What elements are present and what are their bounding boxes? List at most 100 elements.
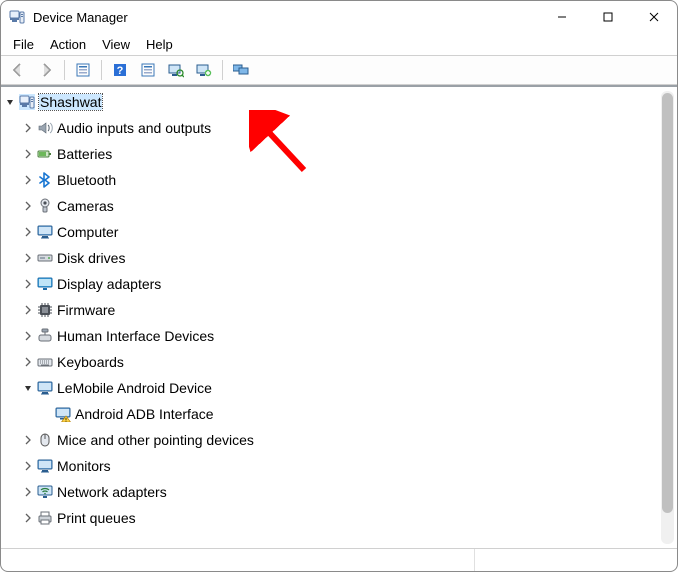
- chevron-right-icon[interactable]: [21, 277, 35, 291]
- toolbar-separator: [101, 60, 102, 80]
- properties-icon: [140, 62, 156, 78]
- tree-item-label: Bluetooth: [57, 172, 116, 188]
- tree-item[interactable]: Display adapters: [3, 271, 661, 297]
- scan-icon: [168, 62, 184, 78]
- maximize-button[interactable]: [585, 1, 631, 33]
- tree-item[interactable]: Cameras: [3, 193, 661, 219]
- chevron-right-icon[interactable]: [21, 303, 35, 317]
- monitor-icon: [37, 458, 53, 474]
- disk-icon: [37, 250, 53, 266]
- show-hide-console-button[interactable]: [70, 58, 96, 82]
- caption-buttons: [539, 1, 677, 33]
- tree-item[interactable]: LeMobile Android Device: [3, 375, 661, 401]
- tree-item-label: Network adapters: [57, 484, 167, 500]
- client-area: Shashwat Audio inputs and outputs Batterie…: [1, 85, 677, 571]
- menu-action[interactable]: Action: [42, 36, 94, 53]
- chevron-right-icon[interactable]: [21, 355, 35, 369]
- chevron-right-icon[interactable]: [21, 251, 35, 265]
- tree-item-label: Cameras: [57, 198, 114, 214]
- tree-item[interactable]: Audio inputs and outputs: [3, 115, 661, 141]
- minimize-button[interactable]: [539, 1, 585, 33]
- menu-view[interactable]: View: [94, 36, 138, 53]
- tree-item-label: Human Interface Devices: [57, 328, 214, 344]
- tree-item[interactable]: Bluetooth: [3, 167, 661, 193]
- tree-item-label: Shashwat: [39, 94, 102, 110]
- chevron-right-icon[interactable]: [21, 121, 35, 135]
- device-manager-window: Device Manager File Action View Help: [0, 0, 678, 572]
- tree-item[interactable]: Print queues: [3, 505, 661, 531]
- tree-item[interactable]: Shashwat: [3, 89, 661, 115]
- network-icon: [37, 484, 53, 500]
- menu-file[interactable]: File: [5, 36, 42, 53]
- chevron-right-icon[interactable]: [21, 511, 35, 525]
- close-button[interactable]: [631, 1, 677, 33]
- titlebar[interactable]: Device Manager: [1, 1, 677, 33]
- help-icon: [112, 62, 128, 78]
- add-legacy-hardware-button[interactable]: [191, 58, 217, 82]
- tree-item[interactable]: Mice and other pointing devices: [3, 427, 661, 453]
- tree-item-label: Print queues: [57, 510, 136, 526]
- properties-button[interactable]: [135, 58, 161, 82]
- scan-hardware-button[interactable]: [163, 58, 189, 82]
- tree-item-label: LeMobile Android Device: [57, 380, 212, 396]
- properties-icon: [75, 62, 91, 78]
- chevron-right-icon[interactable]: [21, 459, 35, 473]
- vertical-scrollbar[interactable]: [661, 91, 674, 544]
- tree-item-label: Firmware: [57, 302, 115, 318]
- tree-item[interactable]: Disk drives: [3, 245, 661, 271]
- device-tree[interactable]: Shashwat Audio inputs and outputs Batterie…: [1, 87, 661, 548]
- chevron-right-icon[interactable]: [21, 147, 35, 161]
- chevron-right-icon[interactable]: [21, 173, 35, 187]
- close-icon: [649, 12, 659, 22]
- keyboard-icon: [37, 354, 53, 370]
- add-icon: [196, 62, 212, 78]
- tree-item-label: Keyboards: [57, 354, 124, 370]
- status-panel-left: [1, 549, 475, 571]
- display-icon: [37, 276, 53, 292]
- tree-item[interactable]: Firmware: [3, 297, 661, 323]
- chevron-down-icon[interactable]: [21, 381, 35, 395]
- status-panel-right: [475, 549, 678, 571]
- tree-item[interactable]: Human Interface Devices: [3, 323, 661, 349]
- chevron-right-icon[interactable]: [21, 433, 35, 447]
- toolbar-separator: [222, 60, 223, 80]
- tree-item-label: Monitors: [57, 458, 111, 474]
- chevron-right-icon[interactable]: [21, 225, 35, 239]
- tree-item-label: Batteries: [57, 146, 112, 162]
- tree-item-label: Android ADB Interface: [75, 406, 214, 422]
- arrow-left-icon: [10, 62, 26, 78]
- chip-icon: [37, 302, 53, 318]
- monitor-icon: [37, 380, 53, 396]
- window-title: Device Manager: [33, 10, 539, 25]
- tree-item[interactable]: Monitors: [3, 453, 661, 479]
- chevron-right-icon[interactable]: [21, 199, 35, 213]
- devices-by-connection-button[interactable]: [228, 58, 254, 82]
- help-button[interactable]: [107, 58, 133, 82]
- arrow-right-icon: [38, 62, 54, 78]
- monitor-warn-icon: [55, 406, 71, 422]
- tree-item-label: Display adapters: [57, 276, 161, 292]
- hid-icon: [37, 328, 53, 344]
- chevron-right-icon[interactable]: [21, 329, 35, 343]
- tree-item[interactable]: Computer: [3, 219, 661, 245]
- scrollbar-thumb[interactable]: [662, 93, 673, 513]
- back-button[interactable]: [5, 58, 31, 82]
- tree-item[interactable]: Network adapters: [3, 479, 661, 505]
- chevron-down-icon[interactable]: [3, 95, 17, 109]
- speaker-icon: [37, 120, 53, 136]
- chevron-right-icon[interactable]: [21, 485, 35, 499]
- toolbar: [1, 55, 677, 85]
- monitors-icon: [233, 62, 249, 78]
- tree-item-label: Mice and other pointing devices: [57, 432, 254, 448]
- tree-item[interactable]: Android ADB Interface: [3, 401, 661, 427]
- tree-item[interactable]: Keyboards: [3, 349, 661, 375]
- menu-help[interactable]: Help: [138, 36, 181, 53]
- bluetooth-icon: [37, 172, 53, 188]
- printer-icon: [37, 510, 53, 526]
- battery-icon: [37, 146, 53, 162]
- pc-icon: [19, 94, 35, 110]
- mouse-icon: [37, 432, 53, 448]
- forward-button[interactable]: [33, 58, 59, 82]
- monitor-icon: [37, 224, 53, 240]
- tree-item[interactable]: Batteries: [3, 141, 661, 167]
